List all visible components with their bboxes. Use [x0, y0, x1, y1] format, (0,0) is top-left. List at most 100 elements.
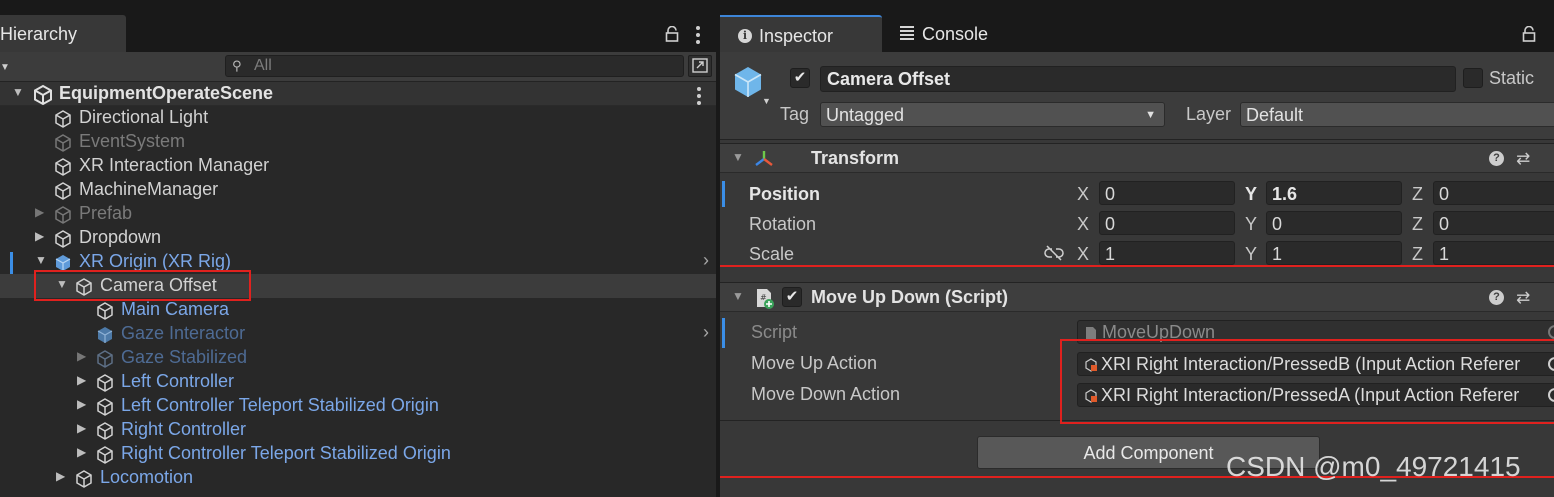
hierarchy-item[interactable]: EventSystem [0, 130, 716, 154]
position-z-label: Z [1412, 184, 1423, 204]
hierarchy-item[interactable]: ▶ Left Controller Teleport Stabilized Or… [0, 394, 716, 418]
collapsed-arrow-icon[interactable]: ▶ [77, 421, 86, 435]
hierarchy-item-label: Prefab [79, 203, 133, 223]
tab-inspector[interactable]: i Inspector [720, 15, 882, 52]
hierarchy-item-selected[interactable]: ▼ Camera Offset [0, 274, 716, 298]
rotation-y-value: 0 [1272, 214, 1283, 234]
object-name-field[interactable]: Camera Offset [820, 66, 1456, 92]
prefab-cube-icon [55, 255, 71, 271]
hierarchy-item[interactable]: ▶ Right Controller Teleport Stabilized O… [0, 442, 716, 466]
tab-hierarchy[interactable]: Hierarchy [0, 15, 126, 52]
collapsed-arrow-icon[interactable]: ▶ [77, 445, 86, 459]
gameobject-cube-icon [55, 110, 71, 128]
expanded-arrow-icon[interactable]: ▼ [35, 253, 47, 267]
hierarchy-item[interactable]: ▶ Prefab [0, 202, 716, 226]
gameobject-cube-icon [97, 446, 113, 464]
search-by-type-icon[interactable] [688, 55, 712, 77]
help-icon[interactable]: ? [1489, 290, 1504, 305]
gameobject-cube-icon [97, 374, 113, 392]
object-picker-icon[interactable] [1548, 388, 1554, 402]
watermark: CSDN @m0_49721415 [1226, 451, 1521, 482]
collapsed-arrow-icon[interactable]: ▶ [56, 469, 65, 483]
hierarchy-item[interactable]: Main Camera [0, 298, 716, 322]
scene-row[interactable]: ▼ EquipmentOperateScene [0, 82, 716, 106]
expanded-arrow-icon[interactable]: ▼ [12, 85, 24, 99]
active-checkbox[interactable]: ✔ [790, 68, 810, 88]
position-z-value: 0 [1439, 184, 1450, 204]
scale-z-field[interactable]: 1 [1433, 241, 1554, 265]
rotation-z-field[interactable]: 0 [1433, 211, 1554, 235]
script-file-icon [1086, 327, 1096, 339]
hierarchy-item[interactable]: ▶ Right Controller [0, 418, 716, 442]
move-down-action-field[interactable]: XRI Right Interaction/PressedA (Input Ac… [1077, 383, 1554, 407]
hierarchy-item[interactable]: ▼ XR Origin (XR Rig) › [0, 250, 716, 274]
unlinked-scale-icon[interactable] [1044, 245, 1064, 261]
gameobject-cube-icon [97, 350, 113, 368]
presets-icon[interactable]: ⇄ [1516, 149, 1530, 169]
foldout-arrow-icon[interactable]: ▼ [732, 150, 744, 164]
tag-dropdown[interactable]: Untagged ▼ [820, 102, 1165, 127]
script-icon: # [757, 289, 774, 309]
collapsed-arrow-icon[interactable]: ▶ [77, 349, 86, 363]
move-up-action-field[interactable]: XRI Right Interaction/PressedB (Input Ac… [1077, 352, 1554, 376]
scale-x-label: X [1077, 244, 1090, 264]
lock-icon[interactable] [1522, 26, 1536, 42]
help-icon[interactable]: ? [1489, 151, 1504, 166]
create-dropdown-caret-icon[interactable]: ▼ [0, 62, 10, 73]
rotation-x-field[interactable]: 0 [1099, 211, 1235, 235]
prefab-open-chevron-icon[interactable]: › [703, 250, 709, 271]
collapsed-arrow-icon[interactable]: ▶ [77, 373, 86, 387]
console-icon [900, 26, 914, 40]
transform-component-header[interactable]: ▼ Transform ? ⇄ [720, 143, 1554, 173]
scene-menu-icon[interactable] [697, 87, 701, 105]
more-options-icon[interactable] [696, 26, 700, 44]
position-x-value: 0 [1105, 184, 1116, 204]
icon-dropdown-caret-icon[interactable]: ▼ [762, 96, 771, 106]
object-picker-icon[interactable] [1548, 357, 1554, 371]
rotation-y-field[interactable]: 0 [1266, 211, 1402, 235]
scale-x-field[interactable]: 1 [1099, 241, 1235, 265]
tag-value: Untagged [826, 105, 905, 125]
lock-icon[interactable] [665, 26, 679, 42]
hierarchy-item-label: XR Interaction Manager [79, 155, 270, 175]
hierarchy-panel: Hierarchy ▼ ⚲ All ▼ EquipmentOperateScen… [0, 0, 716, 497]
hierarchy-item[interactable]: MachineManager [0, 178, 716, 202]
expanded-arrow-icon[interactable]: ▼ [56, 277, 68, 291]
position-x-label: X [1077, 184, 1090, 204]
tab-console[interactable]: Console [882, 15, 1022, 52]
rotation-y-label: Y [1245, 214, 1258, 234]
scale-y-label: Y [1245, 244, 1258, 264]
collapsed-arrow-icon[interactable]: ▶ [35, 205, 44, 219]
script-component-header[interactable]: ▼ # ✔ Move Up Down (Script) ? ⇄ [720, 282, 1554, 312]
collapsed-arrow-icon[interactable]: ▶ [35, 229, 44, 243]
static-checkbox[interactable] [1463, 68, 1483, 88]
move-up-value: XRI Right Interaction/PressedB (Input Ac… [1101, 354, 1521, 374]
position-z-field[interactable]: 0 [1433, 181, 1554, 205]
script-enabled-checkbox[interactable]: ✔ [782, 287, 802, 307]
position-x-field[interactable]: 0 [1099, 181, 1235, 205]
gameobject-cube-icon [97, 422, 113, 440]
hierarchy-item[interactable]: ▶ Left Controller [0, 370, 716, 394]
scene-name: EquipmentOperateScene [59, 83, 274, 103]
foldout-arrow-icon[interactable]: ▼ [732, 289, 744, 303]
layer-dropdown[interactable]: Default [1240, 102, 1554, 127]
search-input[interactable]: ⚲ All [225, 55, 684, 77]
presets-icon[interactable]: ⇄ [1516, 288, 1530, 308]
hierarchy-item[interactable]: ▶ Gaze Stabilized [0, 346, 716, 370]
prefab-open-chevron-icon[interactable]: › [703, 322, 709, 343]
unity-scene-icon [34, 84, 52, 106]
collapsed-arrow-icon[interactable]: ▶ [77, 397, 86, 411]
gameobject-cube-icon [55, 182, 71, 200]
scale-label: Scale [749, 244, 795, 264]
gameobject-header: ▼ ✔ Camera Offset Static Tag Untagged ▼ … [720, 52, 1554, 140]
gameobject-icon[interactable] [730, 64, 766, 100]
hierarchy-item[interactable]: Directional Light [0, 106, 716, 130]
hierarchy-item[interactable]: Gaze Interactor › [0, 322, 716, 346]
hierarchy-item[interactable]: ▶ Dropdown [0, 226, 716, 250]
hierarchy-item[interactable]: ▶ Locomotion [0, 466, 716, 490]
object-picker-icon [1548, 325, 1554, 339]
position-label: Position [749, 184, 820, 204]
hierarchy-item[interactable]: XR Interaction Manager [0, 154, 716, 178]
scale-y-field[interactable]: 1 [1266, 241, 1402, 265]
position-y-field[interactable]: 1.6 [1266, 181, 1402, 205]
